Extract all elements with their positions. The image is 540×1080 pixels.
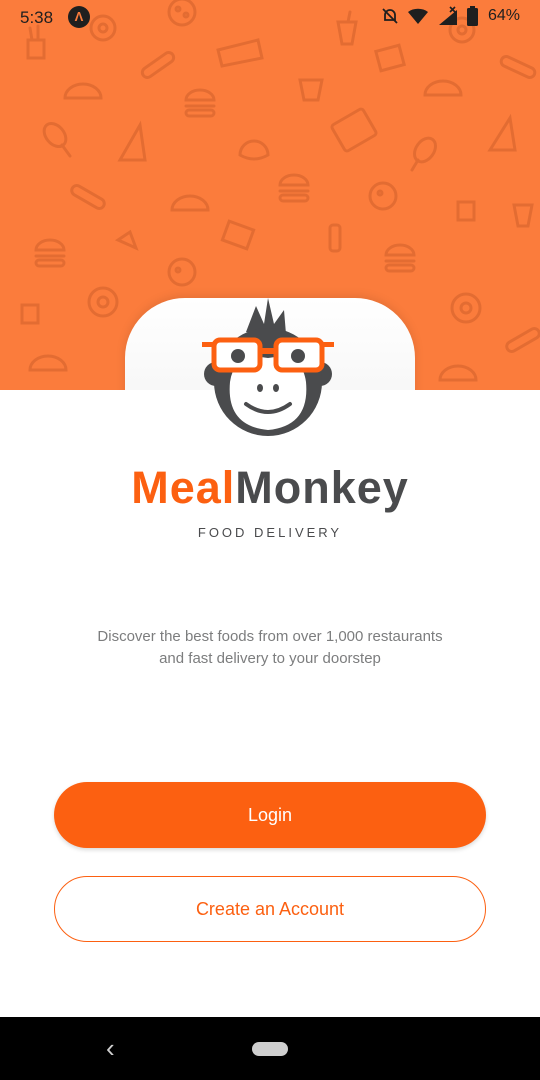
login-button[interactable]: Login <box>54 782 486 848</box>
app-notification-icon: Λ <box>68 6 90 28</box>
brand-name-meal: Meal <box>131 462 236 513</box>
brand-name: MealMonkey <box>0 462 540 514</box>
cup-icon <box>512 203 534 228</box>
notifications-off-icon <box>382 8 398 24</box>
burger-icon <box>184 88 216 118</box>
drumstick-icon <box>42 121 72 158</box>
pizza-icon <box>368 181 398 211</box>
burger-icon <box>384 243 416 273</box>
battery-icon <box>466 6 478 26</box>
box-icon <box>373 43 407 73</box>
monkey-logo-icon <box>202 298 334 436</box>
popcorn-icon <box>298 78 324 102</box>
hotdog-icon <box>499 55 537 79</box>
box-icon <box>220 219 256 251</box>
pizza-slice-icon <box>487 113 517 152</box>
donut-icon <box>450 292 482 324</box>
signal-icon <box>438 6 457 25</box>
taco-icon <box>63 82 103 100</box>
status-time: 5:38 <box>20 8 54 27</box>
taco-icon <box>170 194 210 212</box>
burger-icon <box>34 238 66 268</box>
hotdog-icon <box>70 184 106 210</box>
burger-icon <box>278 173 310 203</box>
hotdog-icon <box>505 327 540 353</box>
taco-icon <box>28 354 68 372</box>
croissant-icon <box>238 139 270 161</box>
brand-tagline: FOOD DELIVERY <box>197 525 343 540</box>
taco-icon <box>438 364 478 382</box>
home-pill-icon[interactable] <box>252 1042 288 1056</box>
donut-icon <box>87 286 119 318</box>
battery-percent: 64% <box>487 7 520 24</box>
status-bar: 5:38 Λ 64% <box>0 0 540 34</box>
fries-icon <box>456 200 476 222</box>
fries-icon <box>20 303 40 325</box>
drumstick-icon <box>410 136 437 172</box>
wifi-icon <box>407 8 428 24</box>
ice-cream-icon <box>114 229 139 251</box>
status-icons: 64% <box>381 6 520 26</box>
intro-description: Discover the best foods from over 1,000 … <box>97 628 443 667</box>
back-icon[interactable]: ‹ <box>106 1033 115 1064</box>
pizza-slice-icon <box>117 120 147 162</box>
create-account-button[interactable]: Create an Account <box>54 876 486 942</box>
sandwich-icon <box>216 38 264 68</box>
tray-icon <box>330 107 378 153</box>
system-nav-bar: ‹ <box>0 1017 540 1080</box>
hotdog-icon <box>140 51 176 79</box>
bottle-icon <box>328 223 342 253</box>
pizza-icon <box>167 257 197 287</box>
brand-name-monkey: Monkey <box>235 462 409 513</box>
taco-icon <box>423 79 463 97</box>
